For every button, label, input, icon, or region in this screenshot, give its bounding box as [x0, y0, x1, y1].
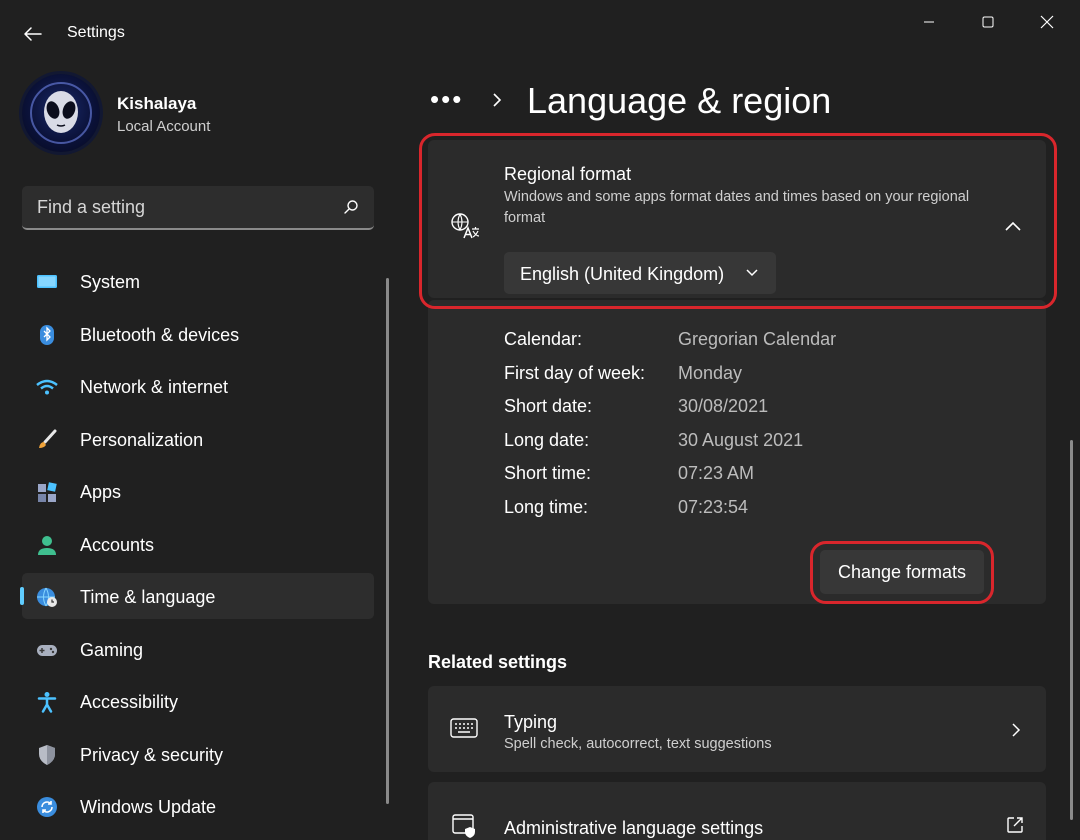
highlight-box	[810, 541, 994, 604]
sidebar-item-network-internet[interactable]: Network & internet	[22, 363, 374, 409]
sidebar-item-privacy-security[interactable]: Privacy & security	[22, 731, 374, 777]
globe-clock-icon	[37, 587, 57, 607]
close-icon	[1040, 15, 1054, 29]
minimize-button[interactable]	[906, 8, 952, 36]
sidebar-item-time-language[interactable]: Time & language	[20, 573, 374, 619]
selection-indicator	[20, 587, 24, 605]
short-time-value: 07:23 AM	[678, 463, 755, 483]
chevron-right-icon	[1012, 723, 1021, 737]
avatar[interactable]	[22, 74, 100, 152]
admin-window-shield-icon	[452, 814, 475, 838]
content-scrollbar[interactable]	[1070, 440, 1073, 820]
sidebar-item-label: Network & internet	[80, 377, 229, 397]
breadcrumb-overflow-button[interactable]: •••	[430, 84, 463, 115]
title-bar: Settings	[0, 0, 1080, 66]
search-input[interactable]	[22, 186, 339, 228]
keyboard-icon	[450, 718, 478, 738]
sidebar-item-label: Windows Update	[80, 797, 217, 817]
page-title: Language & region	[527, 80, 832, 121]
first-day-value: Monday	[678, 363, 743, 383]
wifi-icon	[36, 379, 58, 395]
maximize-icon	[982, 16, 994, 28]
gamepad-icon	[37, 644, 57, 656]
short-time-label: Short time:	[504, 463, 592, 483]
app-title: Settings	[67, 24, 125, 41]
short-date-label: Short date:	[504, 396, 593, 416]
monitor-icon	[37, 275, 57, 288]
close-button[interactable]	[1024, 8, 1070, 36]
sidebar-item-apps[interactable]: Apps	[22, 468, 374, 514]
back-arrow-icon	[24, 27, 42, 41]
sidebar-item-label: Time & language	[80, 587, 216, 607]
long-date-label: Long date:	[504, 430, 590, 450]
highlight-box	[419, 133, 1057, 309]
sidebar-item-bluetooth-devices[interactable]: Bluetooth & devices	[22, 311, 374, 357]
search-box[interactable]	[22, 186, 374, 230]
account-type: Local Account	[117, 118, 211, 135]
sidebar-item-windows-update[interactable]: Windows Update	[22, 783, 374, 829]
bluetooth-icon	[40, 324, 54, 345]
search-icon[interactable]	[342, 198, 360, 216]
related-settings-header: Related settings	[428, 652, 568, 672]
sidebar-item-personalization[interactable]: Personalization	[22, 416, 374, 462]
sidebar-item-label: Accessibility	[80, 692, 179, 712]
sidebar-item-label: System	[80, 272, 141, 292]
sidebar-item-label: Accounts	[80, 534, 155, 555]
accessibility-icon	[37, 692, 57, 713]
external-link-icon	[1007, 817, 1023, 833]
sidebar-item-label: Bluetooth & devices	[80, 324, 240, 345]
admin-language-settings-card[interactable]: Administrative language settings	[428, 782, 1046, 840]
long-date-value: 30 August 2021	[678, 430, 804, 450]
long-time-value: 07:23:54	[678, 497, 749, 517]
settings-window: Settings Kishalaya Local Account Find a …	[0, 0, 1080, 840]
calendar-value: Gregorian Calendar	[678, 329, 837, 349]
sidebar-item-label: Apps	[80, 482, 122, 502]
person-icon	[38, 535, 56, 555]
chevron-right-icon	[493, 93, 502, 107]
sidebar-item-gaming[interactable]: Gaming	[22, 626, 374, 672]
sidebar-item-label: Gaming	[80, 639, 144, 660]
long-time-label: Long time:	[504, 497, 589, 517]
shield-icon	[39, 744, 55, 765]
calendar-label: Calendar:	[504, 329, 583, 349]
sidebar-item-accessibility[interactable]: Accessibility	[22, 678, 374, 724]
sidebar-item-accounts[interactable]: Accounts	[22, 521, 374, 567]
brush-icon	[39, 429, 57, 448]
sidebar-item-system[interactable]: System	[22, 258, 374, 304]
maximize-button[interactable]	[965, 8, 1011, 36]
minimize-icon	[924, 21, 934, 23]
admin-language-title: Administrative language settings	[504, 818, 764, 838]
typing-settings-card[interactable]: Typing Spell check, autocorrect, text su…	[428, 686, 1046, 772]
typing-description: Spell check, autocorrect, text suggestio…	[504, 736, 772, 752]
user-name: Kishalaya	[117, 94, 197, 113]
typing-title: Typing	[504, 712, 558, 732]
short-date-value: 30/08/2021	[678, 396, 769, 416]
alien-avatar-icon	[30, 82, 92, 144]
apps-icon	[38, 482, 57, 502]
sidebar-nav: System Bluetooth & devices Network & int…	[20, 258, 374, 836]
sidebar-item-label: Personalization	[80, 429, 204, 450]
sidebar-item-label: Privacy & security	[80, 744, 224, 765]
first-day-label: First day of week:	[504, 363, 646, 383]
update-icon	[37, 797, 57, 817]
back-button[interactable]	[18, 20, 48, 48]
sidebar-scrollbar[interactable]	[386, 278, 389, 804]
